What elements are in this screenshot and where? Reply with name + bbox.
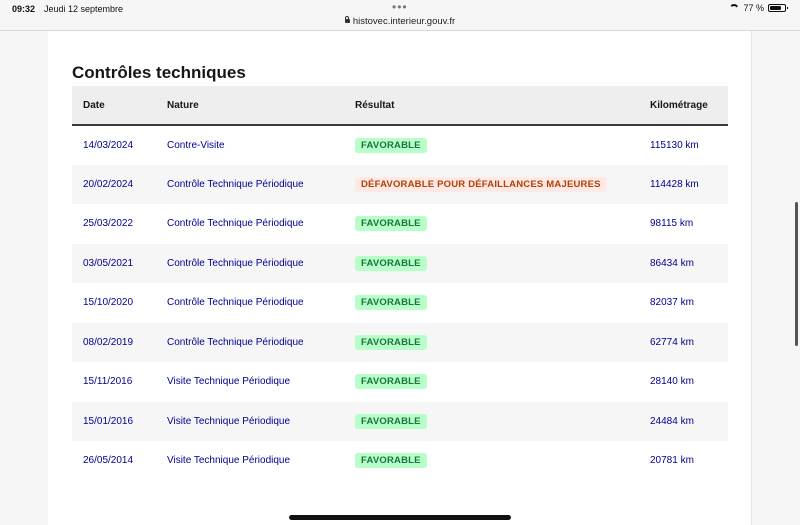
cell-kilometrage: 114428 km xyxy=(650,178,699,190)
status-time: 09:32 xyxy=(12,4,36,14)
table-row: 15/11/2016 Visite Technique Périodique FAV… xyxy=(72,362,728,402)
status-badge: FAVORABLE xyxy=(355,374,427,390)
status-bar: 09:32 Jeudi 12 septembre ••• histovec.in… xyxy=(0,0,800,31)
cell-date: 03/05/2021 xyxy=(83,257,134,269)
column-header-kilometrage: Kilométrage xyxy=(639,86,728,126)
cell-date: 20/02/2024 xyxy=(83,178,134,190)
battery-level xyxy=(770,6,781,10)
cell-kilometrage: 62774 km xyxy=(650,336,694,348)
cell-resultat: DÉFAVORABLE POUR DÉFAILLANCES MAJEURES xyxy=(344,165,639,205)
cell-resultat: FAVORABLE xyxy=(344,244,639,284)
page-divider xyxy=(751,31,752,525)
cell-date: 25/03/2022 xyxy=(83,218,134,230)
status-badge: FAVORABLE xyxy=(355,295,427,311)
lock-icon xyxy=(344,16,350,23)
scrollbar[interactable] xyxy=(795,202,798,346)
cell-resultat: FAVORABLE xyxy=(344,362,639,402)
status-date: Jeudi 12 septembre xyxy=(44,4,124,14)
cell-resultat: FAVORABLE xyxy=(344,204,639,244)
table-header-row: Date Nature Résultat Kilométrage xyxy=(72,86,728,126)
column-header-date: Date xyxy=(72,86,156,126)
cell-kilometrage: 115130 km xyxy=(650,139,699,151)
table-row: 08/02/2019 Contrôle Technique Périodique F… xyxy=(72,322,728,363)
cell-nature: Contrôle Technique Périodique xyxy=(167,257,304,269)
cell-resultat: FAVORABLE xyxy=(344,402,639,442)
cell-nature: Contrôle Technique Périodique xyxy=(167,178,304,190)
table-row: 03/05/2021 Contrôle Technique Périodique F… xyxy=(72,243,728,284)
cell-nature: Contrôle Technique Périodique xyxy=(167,297,304,309)
cell-kilometrage: 98115 km xyxy=(650,218,694,230)
table-row: 14/03/2024 Contre-Visite FAVORABLE 115130 k… xyxy=(72,125,728,165)
cell-resultat: FAVORABLE xyxy=(344,441,639,481)
cell-kilometrage: 28140 km xyxy=(650,376,694,388)
table-row: 15/01/2016 Visite Technique Périodique FAV… xyxy=(72,401,728,442)
status-badge: FAVORABLE xyxy=(355,413,427,429)
cell-nature: Visite Technique Périodique xyxy=(167,455,291,467)
address-url: histovec.interieur.gouv.fr xyxy=(352,16,456,27)
cell-nature: Visite Technique Périodique xyxy=(167,376,291,388)
status-indicators: 77 % xyxy=(729,3,788,13)
cell-resultat: FAVORABLE xyxy=(344,125,639,165)
battery-icon xyxy=(768,4,788,12)
battery-percent: 77 % xyxy=(743,3,764,13)
cell-nature: Contre-Visite xyxy=(167,139,225,151)
section-title: Contrôles techniques xyxy=(72,63,246,82)
cell-date: 15/10/2020 xyxy=(83,297,134,309)
wifi-icon xyxy=(729,4,739,12)
address-bar[interactable]: histovec.interieur.gouv.fr xyxy=(0,16,800,27)
table-row: 20/02/2024 Contrôle Technique Périodique D… xyxy=(72,164,728,205)
status-badge: FAVORABLE xyxy=(355,453,427,469)
cell-kilometrage: 82037 km xyxy=(650,297,694,309)
cell-date: 08/02/2019 xyxy=(83,336,134,348)
cell-date: 26/05/2014 xyxy=(83,455,134,467)
status-badge: DÉFAVORABLE POUR DÉFAILLANCES MAJEURES xyxy=(355,176,607,192)
cell-kilometrage: 20781 km xyxy=(650,455,694,467)
column-header-nature: Nature xyxy=(156,86,344,126)
cell-nature: Contrôle Technique Périodique xyxy=(167,336,304,348)
status-badge: FAVORABLE xyxy=(355,334,427,350)
technical-inspections-table: Date Nature Résultat Kilométrage 14/03/2… xyxy=(72,86,728,481)
status-badge: FAVORABLE xyxy=(355,216,427,232)
cell-date: 14/03/2024 xyxy=(83,139,134,151)
table-row: 26/05/2014 Visite Technique Périodique FAV… xyxy=(72,441,728,481)
cell-kilometrage: 86434 km xyxy=(650,257,694,269)
cell-nature: Visite Technique Périodique xyxy=(167,415,291,427)
status-badge: FAVORABLE xyxy=(355,255,427,271)
cell-resultat: FAVORABLE xyxy=(344,323,639,363)
cell-resultat: FAVORABLE xyxy=(344,283,639,323)
more-dots-icon[interactable]: ••• xyxy=(392,0,408,14)
column-header-resultat: Résultat xyxy=(344,86,639,126)
status-badge: FAVORABLE xyxy=(355,137,427,153)
table-row: 25/03/2022 Contrôle Technique Périodique F… xyxy=(72,204,728,244)
cell-date: 15/01/2016 xyxy=(83,415,134,427)
cell-kilometrage: 24484 km xyxy=(650,415,694,427)
home-indicator[interactable] xyxy=(289,515,511,520)
cell-date: 15/11/2016 xyxy=(83,376,133,388)
cell-nature: Contrôle Technique Périodique xyxy=(167,218,304,230)
table-row: 15/10/2020 Contrôle Technique Périodique F… xyxy=(72,283,728,323)
